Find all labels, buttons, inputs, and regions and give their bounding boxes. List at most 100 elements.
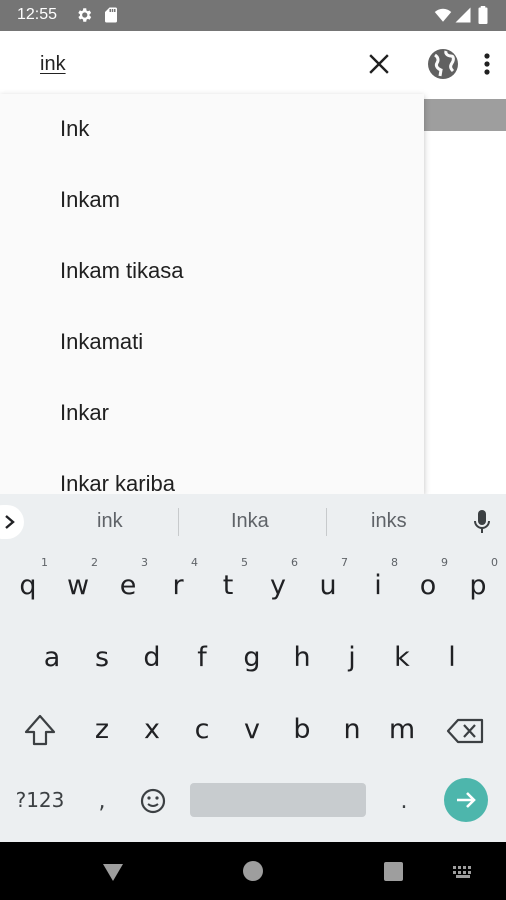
suggestion-item[interactable]: Inkar bbox=[0, 378, 424, 449]
key-f[interactable]: f bbox=[177, 624, 227, 690]
key-b[interactable]: b bbox=[277, 696, 327, 762]
key-a[interactable]: a bbox=[27, 624, 77, 690]
suggestion-item[interactable]: Inkam bbox=[0, 165, 424, 236]
chevron-right-icon bbox=[5, 515, 15, 529]
key-label: r bbox=[172, 570, 184, 601]
key-hint: 2 bbox=[91, 556, 98, 569]
key-w[interactable]: w 2 bbox=[53, 552, 103, 618]
emoji-key[interactable] bbox=[138, 786, 168, 816]
divider bbox=[178, 508, 179, 536]
key-c[interactable]: c bbox=[177, 696, 227, 762]
keyboard-toolbar-toggle[interactable] bbox=[0, 505, 24, 539]
key-l[interactable]: l bbox=[427, 624, 477, 690]
symbols-key[interactable]: ?123 bbox=[8, 782, 72, 818]
key-hint: 4 bbox=[191, 556, 198, 569]
key-hint: 0 bbox=[491, 556, 498, 569]
gear-icon bbox=[78, 8, 92, 22]
close-icon[interactable] bbox=[364, 49, 394, 79]
key-label: a bbox=[43, 642, 61, 673]
key-label: k bbox=[394, 642, 410, 673]
key-q[interactable]: q 1 bbox=[3, 552, 53, 618]
key-label: d bbox=[143, 642, 161, 673]
backspace-icon bbox=[446, 718, 484, 744]
key-label: g bbox=[243, 642, 261, 673]
key-o[interactable]: o 9 bbox=[403, 552, 453, 618]
key-e[interactable]: e 3 bbox=[103, 552, 153, 618]
key-m[interactable]: m bbox=[377, 696, 427, 762]
suggestion-item[interactable]: Inkar kariba bbox=[0, 449, 424, 494]
key-j[interactable]: j bbox=[327, 624, 377, 690]
key-label: s bbox=[94, 642, 110, 673]
key-label: z bbox=[94, 714, 110, 745]
search-input[interactable]: ink bbox=[40, 53, 66, 76]
divider bbox=[326, 508, 327, 536]
key-d[interactable]: d bbox=[127, 624, 177, 690]
comma-key[interactable]: , bbox=[86, 782, 118, 822]
key-hint: 7 bbox=[341, 556, 348, 569]
key-label: t bbox=[222, 570, 234, 601]
key-label: h bbox=[293, 642, 311, 673]
keyboard-suggestion[interactable]: ink bbox=[97, 510, 123, 533]
key-label: c bbox=[194, 714, 210, 745]
period-key[interactable]: . bbox=[388, 782, 420, 822]
key-z[interactable]: z bbox=[77, 696, 127, 762]
keyboard-suggestion[interactable]: inks bbox=[371, 510, 407, 533]
key-label: l bbox=[448, 642, 456, 673]
key-y[interactable]: y 6 bbox=[253, 552, 303, 618]
key-label: j bbox=[348, 642, 356, 673]
shift-key[interactable] bbox=[14, 704, 66, 758]
shift-icon bbox=[24, 714, 56, 746]
suggestion-dropdown: Ink Inkam Inkam tikasa Inkamati Inkar In… bbox=[0, 94, 424, 494]
key-n[interactable]: n bbox=[327, 696, 377, 762]
backspace-key[interactable] bbox=[440, 704, 492, 758]
keyboard-switch-icon[interactable] bbox=[453, 866, 475, 878]
key-label: i bbox=[374, 570, 382, 601]
signal-icon bbox=[455, 7, 471, 23]
key-r[interactable]: r 4 bbox=[153, 552, 203, 618]
key-k[interactable]: k bbox=[377, 624, 427, 690]
mic-icon[interactable] bbox=[472, 508, 492, 536]
globe-icon[interactable] bbox=[426, 47, 460, 81]
emoji-icon bbox=[140, 788, 166, 814]
key-h[interactable]: h bbox=[277, 624, 327, 690]
screen: 12:55 ink Ink Inkam Inkam tikasa Inkamat… bbox=[0, 0, 506, 900]
battery-icon bbox=[478, 6, 488, 24]
key-g[interactable]: g bbox=[227, 624, 277, 690]
recents-icon[interactable] bbox=[384, 862, 403, 881]
suggestion-label: Inkam tikasa bbox=[60, 258, 184, 283]
suggestion-label: Inkar kariba bbox=[60, 471, 175, 494]
status-bar: 12:55 bbox=[0, 0, 506, 31]
key-hint: 1 bbox=[41, 556, 48, 569]
key-i[interactable]: i 8 bbox=[353, 552, 403, 618]
back-icon[interactable] bbox=[101, 862, 125, 882]
space-key[interactable] bbox=[190, 783, 366, 817]
more-vert-icon[interactable] bbox=[478, 49, 496, 79]
search-bar: ink bbox=[0, 31, 506, 99]
key-label: n bbox=[343, 714, 361, 745]
key-label: f bbox=[197, 642, 207, 673]
key-label: e bbox=[119, 570, 137, 601]
home-icon[interactable] bbox=[243, 861, 263, 881]
keyboard: ink Inka inks q 1 w 2 e 3 r 4 t 5 y 6 u … bbox=[0, 494, 506, 842]
key-label: p bbox=[469, 570, 487, 601]
key-u[interactable]: u 7 bbox=[303, 552, 353, 618]
key-label: o bbox=[419, 570, 437, 601]
enter-key[interactable] bbox=[444, 778, 488, 822]
key-label: m bbox=[388, 714, 416, 745]
suggestion-item[interactable]: Ink bbox=[0, 94, 424, 165]
key-label: q bbox=[19, 570, 37, 601]
suggestion-item[interactable]: Inkam tikasa bbox=[0, 236, 424, 307]
wifi-icon bbox=[434, 8, 452, 22]
key-v[interactable]: v bbox=[227, 696, 277, 762]
key-p[interactable]: p 0 bbox=[453, 552, 503, 618]
suggestion-item[interactable]: Inkamati bbox=[0, 307, 424, 378]
key-s[interactable]: s bbox=[77, 624, 127, 690]
navigation-bar bbox=[0, 842, 506, 900]
key-t[interactable]: t 5 bbox=[203, 552, 253, 618]
key-x[interactable]: x bbox=[127, 696, 177, 762]
background-page-header bbox=[424, 99, 506, 131]
suggestion-label: Inkam bbox=[60, 187, 120, 212]
key-label: x bbox=[144, 714, 160, 745]
arrow-right-icon bbox=[457, 792, 476, 808]
keyboard-suggestion[interactable]: Inka bbox=[231, 510, 269, 533]
